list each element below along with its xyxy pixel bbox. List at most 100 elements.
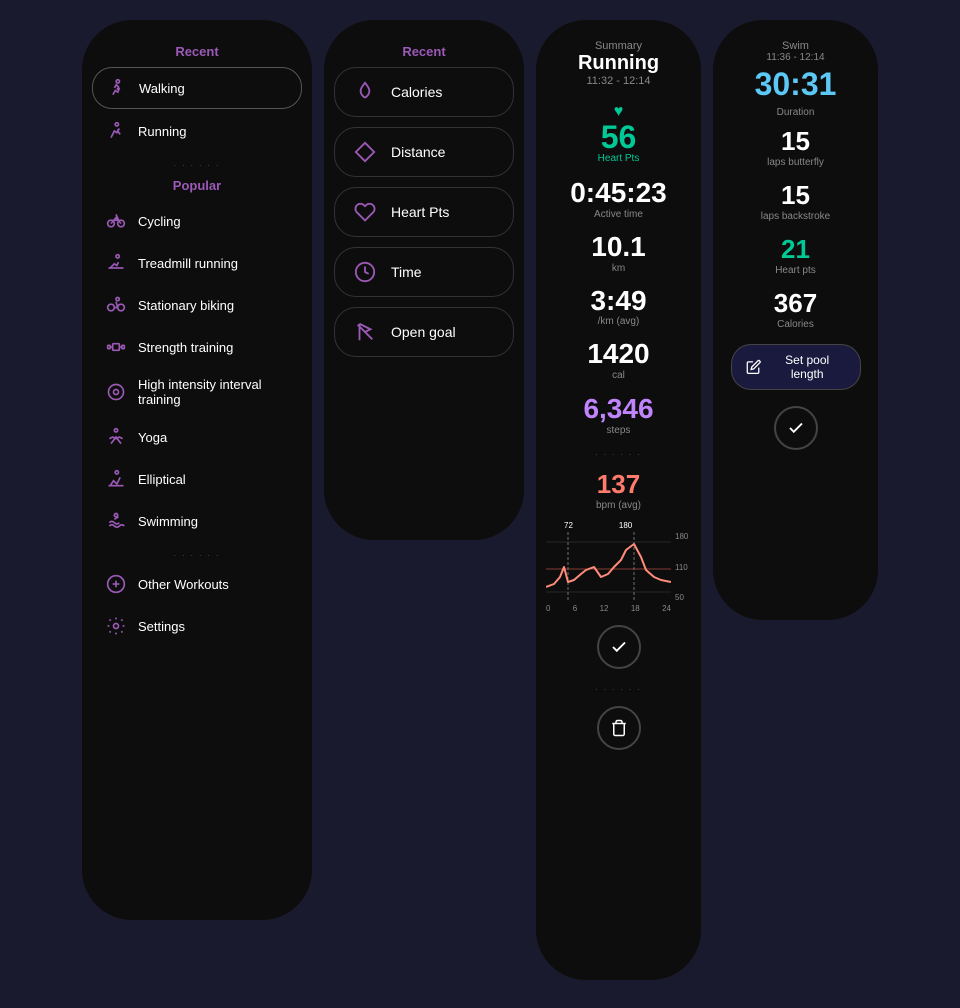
distance-stat: 10.1 km (591, 232, 646, 274)
cycling-icon (104, 209, 128, 233)
elliptical-icon (104, 467, 128, 491)
workout-item-treadmill[interactable]: Treadmill running (92, 243, 302, 283)
metrics-section-title: Recent (402, 44, 445, 59)
chart-x-24: 24 (662, 604, 671, 613)
set-pool-length-label: Set pool length (769, 353, 846, 381)
swim-heart-pts-label: Heart pts (775, 265, 816, 276)
active-time-value: 0:45:23 (570, 178, 667, 209)
workout-label-elliptical: Elliptical (138, 472, 186, 487)
active-time-label: Active time (570, 209, 667, 220)
distance-label: km (591, 263, 646, 274)
chart-y-110: 110 (675, 563, 688, 572)
metric-time[interactable]: Time (334, 247, 514, 297)
metric-calories[interactable]: Calories (334, 67, 514, 117)
heart-pts-value: 56 (601, 121, 637, 153)
workout-item-other[interactable]: Other Workouts (92, 564, 302, 604)
workout-label-walking: Walking (139, 81, 185, 96)
active-time-stat: 0:45:23 Active time (570, 178, 667, 220)
swim-summary-panel: Swim 11:36 - 12:14 30:31 Duration 15 lap… (713, 20, 878, 620)
steps-stat: 6,346 steps (583, 393, 653, 436)
hiit-icon (104, 380, 128, 404)
running-icon (104, 119, 128, 143)
metric-label-distance: Distance (391, 144, 445, 160)
steps-value: 6,346 (583, 393, 653, 425)
workout-item-settings[interactable]: Settings (92, 606, 302, 646)
workout-label-yoga: Yoga (138, 430, 167, 445)
metrics-panel: Recent Calories Distance Heart Pts (324, 20, 524, 540)
workout-item-running[interactable]: Running (92, 111, 302, 151)
heart-rate-chart: 72 180 180 110 50 0 6 1 (546, 521, 691, 613)
chart-x-0: 0 (546, 604, 550, 613)
settings-icon (104, 614, 128, 638)
workout-list-panel: Recent Walking Running . . . . . . Popul… (82, 20, 312, 920)
chart-y-labels: 180 110 50 (675, 532, 688, 602)
chart-marker-labels: 72 180 (546, 521, 691, 530)
workout-item-hiit[interactable]: High intensity interval training (92, 369, 302, 415)
swim-calories-value: 367 (774, 288, 817, 319)
yoga-icon (104, 425, 128, 449)
stationary-bike-icon (104, 293, 128, 317)
swim-heart-pts-stat: 21 Heart pts (775, 234, 816, 276)
swim-duration-label-container: Duration (777, 102, 815, 120)
swim-time-range: 11:36 - 12:14 (766, 52, 824, 63)
workout-label-strength: Strength training (138, 340, 233, 355)
recent-section-title: Recent (175, 44, 218, 59)
calories-stat: 1420 cal (587, 339, 649, 381)
workout-label-other: Other Workouts (138, 577, 229, 592)
metric-open-goal[interactable]: Open goal (334, 307, 514, 357)
workout-label-stationary-bike: Stationary biking (138, 298, 234, 313)
swim-calories-label: Calories (774, 319, 817, 330)
running-summary-panel: Summary Running 11:32 - 12:14 ♥ 56 Heart… (536, 20, 701, 980)
swim-laps-backstroke-value: 15 (761, 180, 830, 211)
summary-header: Summary Running 11:32 - 12:14 (578, 40, 659, 87)
workout-item-strength[interactable]: Strength training (92, 327, 302, 367)
workout-label-treadmill: Treadmill running (138, 256, 238, 271)
strength-icon (104, 335, 128, 359)
heart-pts-icon (351, 198, 379, 226)
flame-icon (351, 78, 379, 106)
metric-distance[interactable]: Distance (334, 127, 514, 177)
swim-confirm-button[interactable] (774, 406, 818, 450)
walking-icon (105, 76, 129, 100)
flag-off-icon (351, 318, 379, 346)
pace-label: /km (avg) (590, 316, 646, 327)
chart-x-18: 18 (631, 604, 640, 613)
swim-title: Swim (766, 40, 824, 52)
workout-label-running: Running (138, 124, 186, 139)
chart-x-6: 6 (573, 604, 577, 613)
workout-item-yoga[interactable]: Yoga (92, 417, 302, 457)
workout-item-elliptical[interactable]: Elliptical (92, 459, 302, 499)
delete-button[interactable] (597, 706, 641, 750)
bottom-divider: . . . . . . (595, 683, 641, 692)
clock-icon (351, 258, 379, 286)
metric-label-open-goal: Open goal (391, 324, 456, 340)
metric-heart-pts[interactable]: Heart Pts (334, 187, 514, 237)
set-pool-length-button[interactable]: Set pool length (731, 344, 861, 390)
chart-marker-72: 72 (564, 521, 573, 530)
workout-item-cycling[interactable]: Cycling (92, 201, 302, 241)
swimming-icon (104, 509, 128, 533)
chart-marker-180: 180 (619, 521, 632, 530)
popular-section-title: Popular (173, 178, 221, 193)
summary-time-range: 11:32 - 12:14 (578, 75, 659, 87)
chart-y-180: 180 (675, 532, 688, 541)
treadmill-icon (104, 251, 128, 275)
metric-label-time: Time (391, 264, 422, 280)
swim-laps-butterfly-value: 15 (767, 126, 824, 157)
bpm-label: bpm (avg) (596, 500, 641, 511)
chart-x-12: 12 (600, 604, 609, 613)
swim-heart-pts-value: 21 (775, 234, 816, 265)
swim-header: Swim 11:36 - 12:14 (766, 40, 824, 63)
swim-laps-backstroke-stat: 15 laps backstroke (761, 180, 830, 222)
confirm-button[interactable] (597, 625, 641, 669)
workout-label-cycling: Cycling (138, 214, 181, 229)
summary-title: Running (578, 52, 659, 75)
workout-item-walking[interactable]: Walking (92, 67, 302, 109)
workout-label-swimming: Swimming (138, 514, 198, 529)
workout-item-stationary-bike[interactable]: Stationary biking (92, 285, 302, 325)
workout-item-swimming[interactable]: Swimming (92, 501, 302, 541)
chart-y-50: 50 (675, 593, 688, 602)
chart-x-labels: 0 6 12 18 24 (546, 604, 671, 613)
swim-laps-backstroke-label: laps backstroke (761, 211, 830, 222)
summary-label: Summary (578, 40, 659, 52)
